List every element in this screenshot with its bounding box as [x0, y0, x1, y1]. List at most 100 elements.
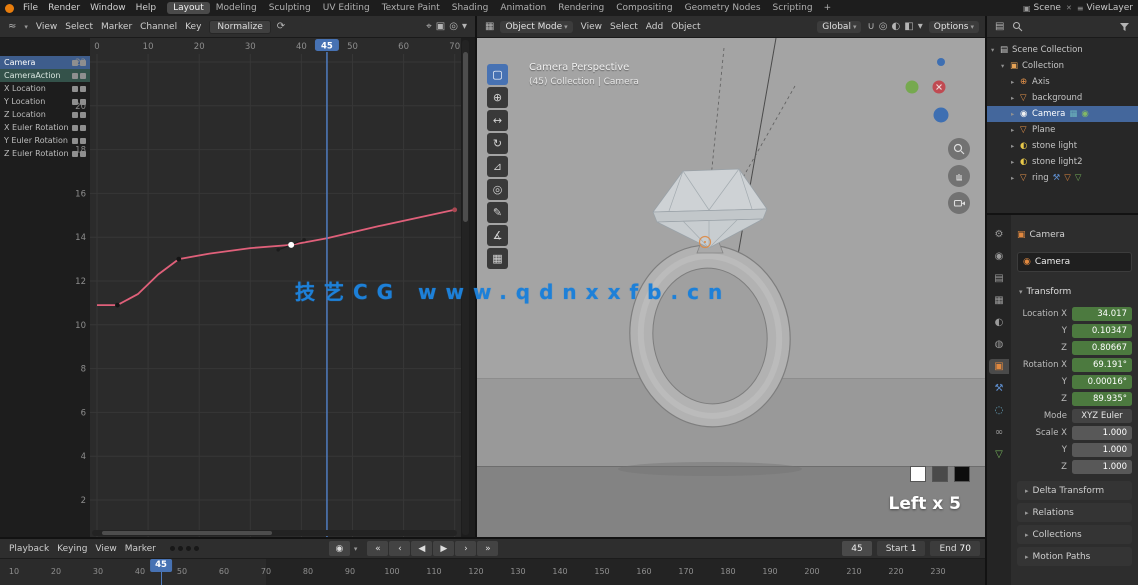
menu-item[interactable]: Select [61, 22, 97, 32]
pan-hand-button[interactable] [948, 165, 970, 187]
value-field[interactable]: XYZ Euler [1072, 409, 1132, 423]
zoom-button[interactable] [948, 138, 970, 160]
disclosure-arrow-icon[interactable]: ▸ [1011, 94, 1020, 102]
auto-keying-button[interactable]: ◉ [329, 541, 350, 556]
outliner-row-ring[interactable]: ▸▽ring⚒▽▽ [987, 170, 1138, 186]
blender-logo-icon[interactable] [5, 4, 14, 13]
menu-item[interactable]: Object [667, 22, 704, 32]
horizontal-scrollbar[interactable] [92, 530, 457, 536]
snap-magnet-icon[interactable]: ∪ [865, 21, 876, 32]
value-field[interactable]: 34.017 [1072, 307, 1132, 321]
collapsed-section[interactable]: ▸ Collections [1017, 525, 1132, 544]
workspace-tab[interactable]: Rendering [552, 2, 610, 14]
black-swatch[interactable] [954, 466, 970, 482]
transform-section-header[interactable]: ▾ Transform [1017, 285, 1132, 299]
workspace-tab[interactable]: UV Editing [317, 2, 376, 14]
outliner-row-stone-light[interactable]: ▸◐stone light [987, 138, 1138, 154]
menu-item[interactable]: Key [181, 22, 205, 32]
tab-view-layer[interactable]: ▦ [989, 293, 1009, 308]
pivot-point-icon[interactable]: ⌖ [424, 21, 434, 32]
select-box-tool[interactable]: ▢ [487, 64, 508, 85]
camera-view-button[interactable] [948, 192, 970, 214]
play-button[interactable]: ▶ [433, 541, 454, 556]
value-field[interactable]: 0.80667 [1072, 341, 1132, 355]
disclosure-arrow-icon[interactable]: ▸ [1011, 110, 1020, 118]
editor-type-icon[interactable]: ▦ [483, 21, 496, 32]
workspace-tab[interactable]: Sculpting [263, 2, 317, 14]
collapsed-section[interactable]: ▸ Delta Transform [1017, 481, 1132, 500]
outliner-row-scene-collection[interactable]: ▾▤Scene Collection [987, 42, 1138, 58]
viewport-canvas[interactable]: Camera Perspective (45) Collection | Cam… [477, 38, 985, 537]
previous-keyframe-button[interactable]: ‹ [389, 541, 410, 556]
mesh-icon[interactable]: ▽ [1064, 173, 1071, 183]
outliner-row-stone-light2[interactable]: ▸◐stone light2 [987, 154, 1138, 170]
disclosure-arrow-icon[interactable]: ▸ [1011, 126, 1020, 134]
refresh-icon[interactable]: ⟳ [275, 21, 287, 32]
editor-type-icon[interactable]: ≈ [6, 21, 18, 32]
collapsed-section[interactable]: ▸ Relations [1017, 503, 1132, 522]
value-field[interactable]: 89.935° [1072, 392, 1132, 406]
tab-object-data[interactable]: ▽ [989, 447, 1009, 462]
scene-selector[interactable]: Scene [1034, 3, 1061, 13]
transform-orientation-dropdown[interactable]: Global▾ [817, 21, 861, 33]
menu-item[interactable]: Keying [53, 544, 91, 554]
white-swatch[interactable] [910, 466, 926, 482]
view-layer-selector[interactable]: ViewLayer [1087, 3, 1133, 13]
timeline-current-frame-badge[interactable]: 45 [150, 559, 172, 572]
search-icon[interactable] [1010, 21, 1025, 32]
move-tool[interactable]: ↔ [487, 110, 508, 131]
vertical-scrollbar[interactable] [462, 40, 469, 535]
workspace-tab[interactable]: Layout [167, 2, 210, 14]
menu-item[interactable]: Marker [97, 22, 136, 32]
mode-dropdown[interactable]: Object Mode▾ [500, 21, 572, 33]
play-reverse-button[interactable]: ◀ [411, 541, 432, 556]
rotate-tool[interactable]: ↻ [487, 133, 508, 154]
outliner-row-plane[interactable]: ▸▽Plane [987, 122, 1138, 138]
disclosure-arrow-icon[interactable]: ▾ [991, 46, 1000, 54]
mesh-data-icon[interactable]: ▽ [1075, 173, 1082, 183]
proportional-edit-icon[interactable]: ◎ [447, 21, 460, 32]
menu-item[interactable]: Marker [121, 544, 160, 554]
disclosure-arrow-icon[interactable]: ▸ [1011, 142, 1020, 150]
proportional-edit-icon[interactable]: ◎ [877, 21, 890, 32]
filter-icon[interactable] [1117, 22, 1132, 32]
workspace-tab[interactable]: Scripting [767, 2, 819, 14]
collapsed-section[interactable]: ▸ Motion Paths [1017, 547, 1132, 566]
object-name-field[interactable]: ◉ Camera [1017, 252, 1132, 272]
tab-physics[interactable]: ◌ [989, 403, 1009, 418]
dropdown-arrow-icon[interactable]: ▾ [916, 21, 925, 32]
modifier-icon[interactable]: ⚒ [1053, 173, 1061, 183]
navigation-gizmo[interactable] [899, 50, 969, 135]
outliner-row-axis[interactable]: ▸⊕Axis [987, 74, 1138, 90]
tab-tool[interactable]: ⚙ [989, 227, 1009, 242]
outliner-row-collection[interactable]: ▾▣Collection [987, 58, 1138, 74]
menu-item[interactable]: Add [642, 22, 667, 32]
menu-item[interactable]: Help [131, 3, 162, 13]
tab-object[interactable]: ▣ [989, 359, 1009, 374]
menu-item[interactable]: View [91, 544, 120, 554]
jump-to-start-button[interactable]: « [367, 541, 388, 556]
overlays-icon[interactable]: ◧ [902, 21, 915, 32]
start-frame-field[interactable]: Start 1 [877, 541, 926, 556]
menu-item[interactable]: Channel [136, 22, 181, 32]
jump-to-end-button[interactable]: » [477, 541, 498, 556]
editor-type-icon[interactable]: ▤ [993, 21, 1006, 32]
disclosure-arrow-icon[interactable]: ▸ [1011, 158, 1020, 166]
shading-mode-icon[interactable]: ◐ [890, 21, 903, 32]
next-keyframe-button[interactable]: › [455, 541, 476, 556]
current-frame-field[interactable]: 45 [842, 541, 871, 556]
workspace-tab[interactable]: Compositing [610, 2, 678, 14]
menu-item[interactable]: Window [85, 3, 131, 13]
graph-plot-area[interactable]: 01020304050607022201816141210864245 [62, 38, 461, 537]
menu-item[interactable]: View [32, 22, 61, 32]
disclosure-arrow-icon[interactable]: ▸ [1011, 78, 1020, 86]
menu-item[interactable]: File [18, 3, 43, 13]
menu-item[interactable]: Playback [5, 544, 53, 554]
value-field[interactable]: 0.00016° [1072, 375, 1132, 389]
value-field[interactable]: 69.191° [1072, 358, 1132, 372]
unlink-icon[interactable]: ✕ [1064, 4, 1074, 12]
workspace-tab[interactable]: Texture Paint [376, 2, 446, 14]
options-dropdown[interactable]: Options▾ [929, 21, 979, 33]
scale-tool[interactable]: ⊿ [487, 156, 508, 177]
disclosure-arrow-icon[interactable]: ▸ [1011, 174, 1020, 182]
